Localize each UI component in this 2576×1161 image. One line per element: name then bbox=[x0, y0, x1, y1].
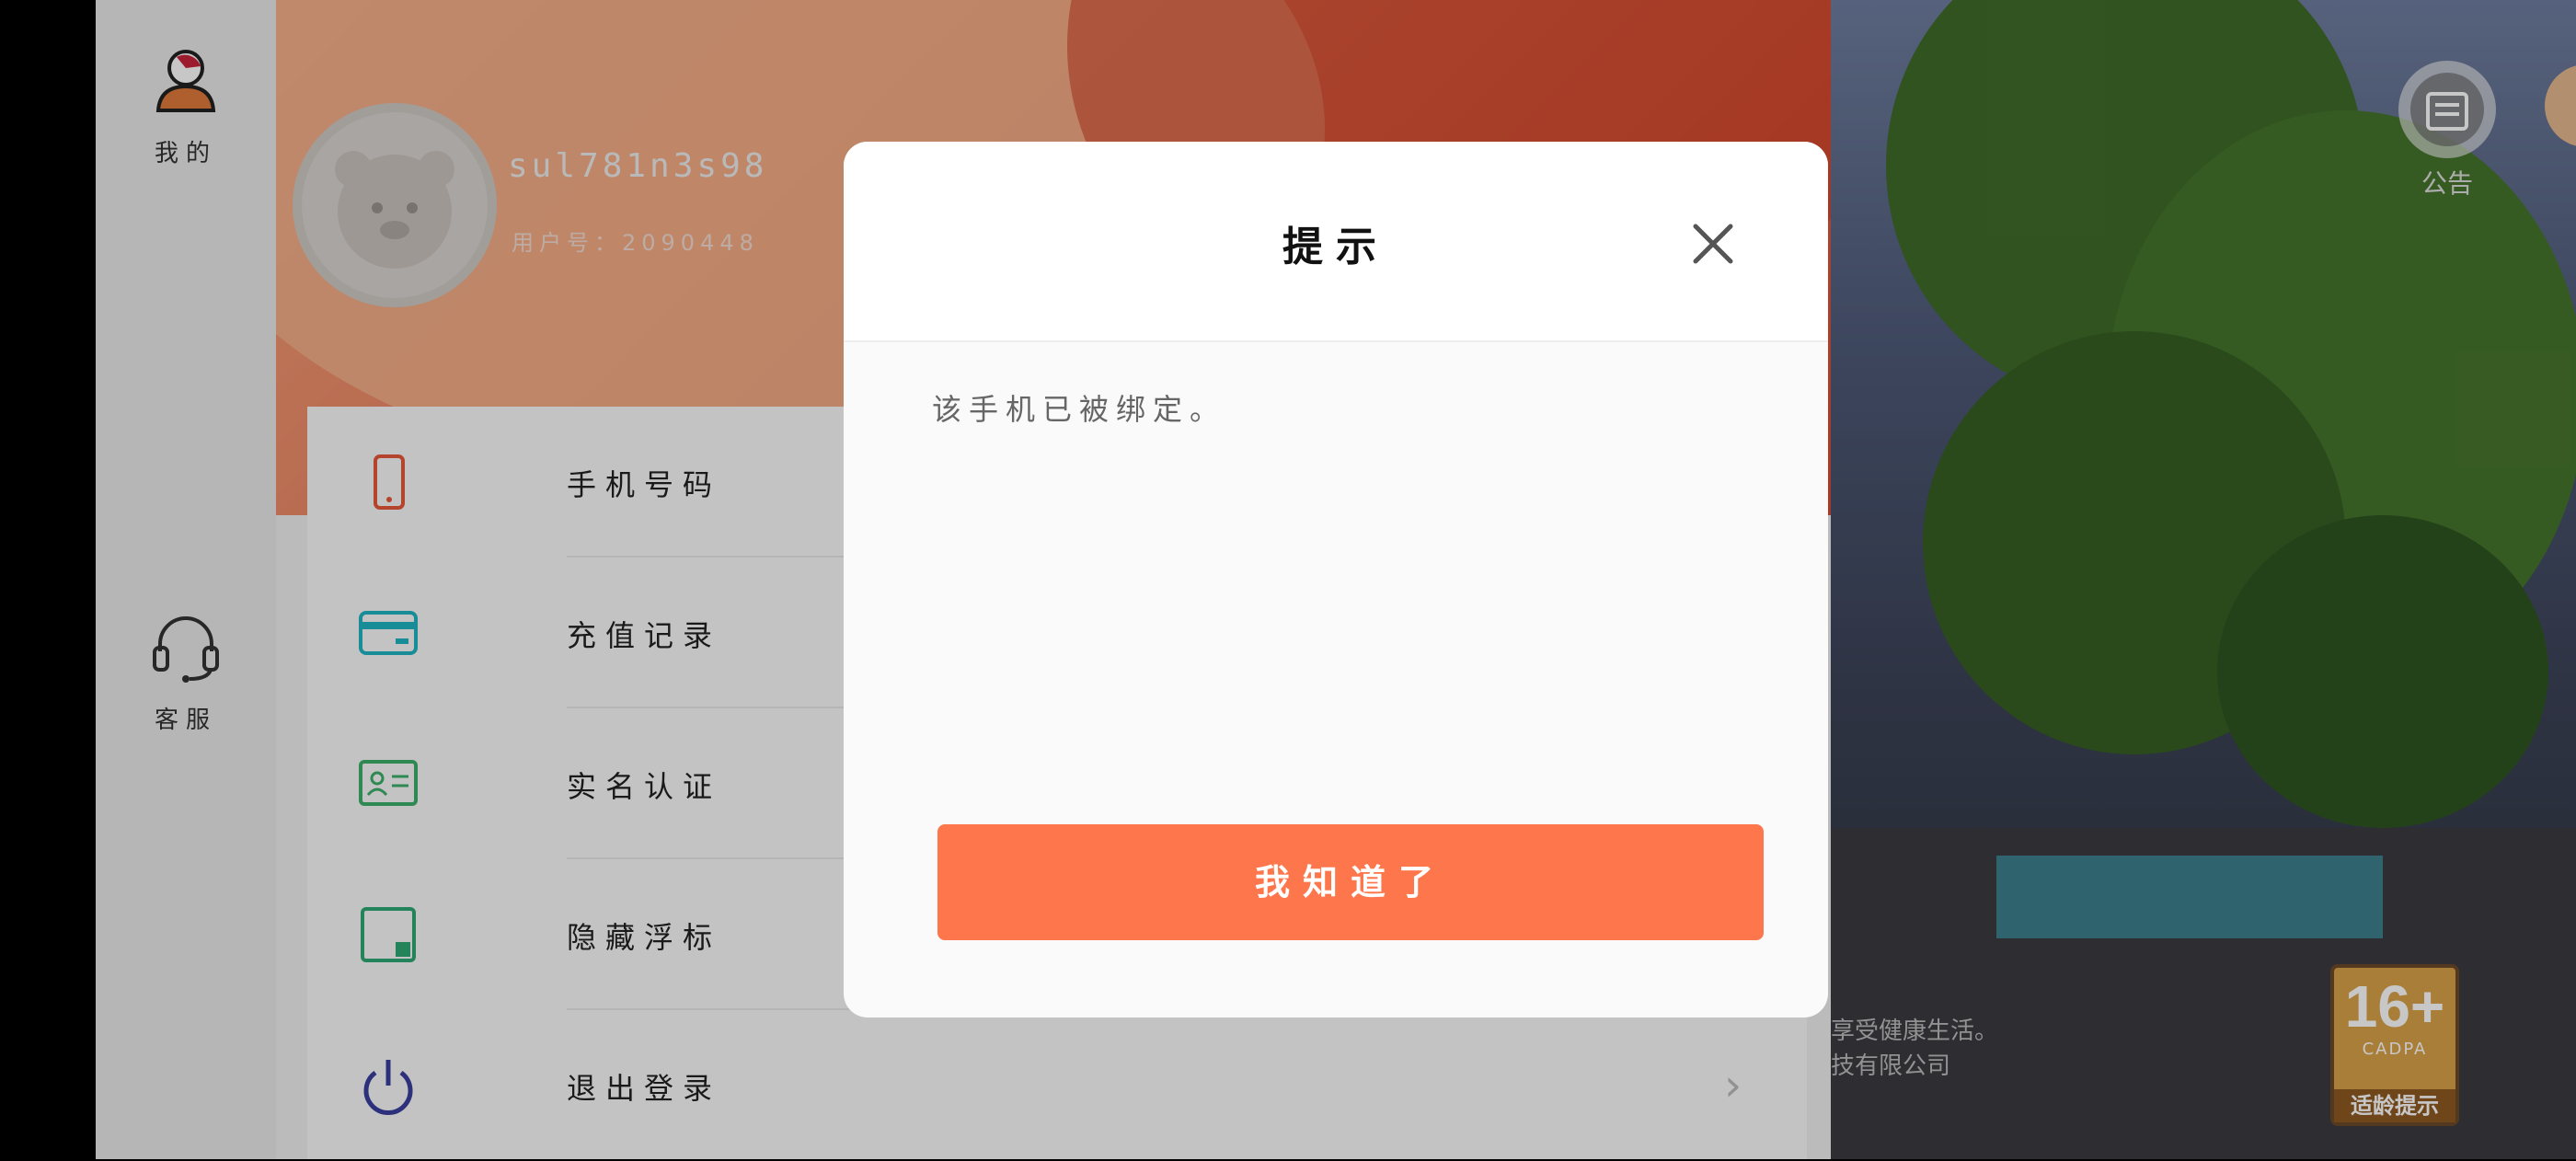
confirm-button[interactable]: 我知道了 bbox=[937, 824, 1764, 940]
prompt-dialog: 提示 该手机已被绑定。 我知道了 bbox=[844, 142, 1828, 1017]
dialog-title: 提示 bbox=[1282, 224, 1389, 270]
close-icon[interactable] bbox=[1690, 221, 1736, 267]
dialog-message: 该手机已被绑定。 bbox=[932, 392, 1227, 427]
